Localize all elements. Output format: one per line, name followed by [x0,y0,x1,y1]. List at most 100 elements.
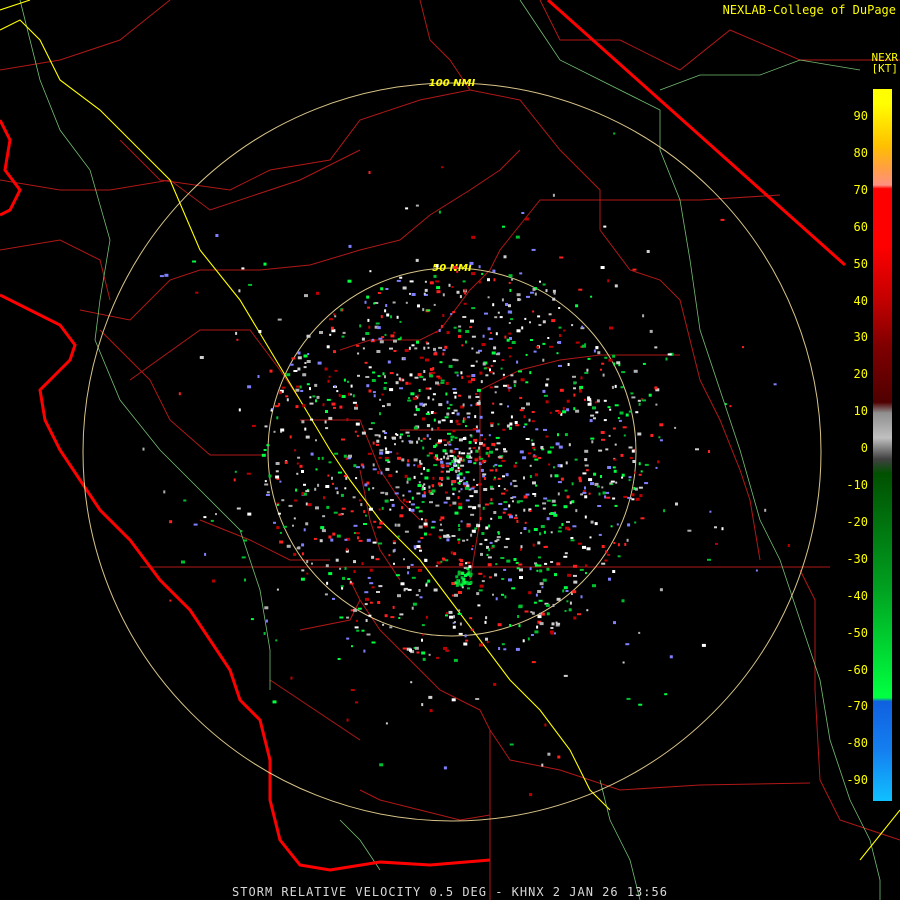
echo-pixel [614,443,617,446]
echo-pixel [631,498,635,501]
echo-pixel [449,455,454,457]
echo-pixel [392,301,396,304]
echo-pixel [472,506,477,510]
echo-pixel [302,404,306,408]
echo-pixel [457,460,461,464]
echo-pixel [418,568,422,572]
echo-pixel [395,381,399,385]
echo-pixel [580,595,583,599]
echo-pixel [524,217,529,221]
echo-pixel [574,458,578,461]
echo-pixel [529,475,532,478]
echo-pixel [584,371,589,374]
echo-pixel [183,499,187,502]
echo-pixel [433,418,436,422]
echo-pixel [400,433,403,436]
echo-pixel [446,400,449,404]
echo-pixel [246,472,251,475]
echo-pixel [557,755,561,759]
echo-pixel [384,309,387,313]
echo-pixel [463,567,467,569]
echo-pixel [282,525,287,528]
echo-pixel [545,435,549,438]
echo-pixel [409,292,411,295]
echo-pixel [621,476,624,479]
echo-pixel [487,296,490,299]
echo-pixel [569,601,572,605]
echo-pixel [510,497,514,499]
echo-pixel [411,606,414,610]
echo-pixel [389,347,393,350]
echo-pixel [558,526,562,529]
echo-pixel [424,288,428,292]
echo-pixel [626,697,631,700]
echo-pixel [480,552,483,556]
echo-pixel [386,403,391,407]
echo-pixel [461,344,464,347]
echo-pixel [483,438,486,441]
echo-pixel [724,403,727,406]
echo-pixel [522,456,527,460]
echo-pixel [575,304,579,308]
echo-pixel [462,482,467,486]
echo-pixel [611,385,614,389]
echo-pixel [328,461,332,464]
echo-pixel [513,485,518,488]
echo-pixel [409,373,413,377]
echo-pixel [621,371,626,374]
echo-pixel [614,284,618,288]
echo-pixel [528,418,531,422]
echo-pixel [423,522,428,526]
echo-pixel [463,642,468,646]
echo-pixel [525,381,529,384]
echo-pixel [471,374,476,377]
echo-pixel [305,502,308,506]
echo-pixel [534,292,537,296]
echo-pixel [379,521,384,525]
echo-pixel [542,389,546,393]
echo-pixel [181,560,185,564]
echo-pixel [545,289,548,293]
echo-pixel [375,558,380,561]
echo-pixel [294,449,297,452]
echo-pixel [419,596,423,599]
echo-pixel [393,350,397,352]
echo-pixel [557,411,561,415]
echo-pixel [438,403,443,407]
echo-pixel [382,405,385,408]
echo-pixel [523,415,526,419]
echo-pixel [542,358,545,362]
echo-pixel [626,538,629,542]
echo-pixel [524,317,527,320]
echo-pixel [503,384,507,387]
echo-pixel [483,477,486,480]
echo-pixel [453,409,458,412]
echo-pixel [590,520,594,524]
echo-pixel [454,359,459,362]
echo-pixel [405,301,408,304]
echo-pixel [457,467,460,469]
echo-pixel [555,621,558,624]
echo-pixel [263,632,266,635]
echo-pixel [452,625,456,629]
echo-pixel [428,533,432,536]
echo-pixel [325,410,328,413]
echo-pixel [403,588,406,592]
echo-pixel [396,279,401,282]
echo-pixel [460,488,463,491]
echo-pixel [258,330,262,333]
echo-pixel [299,464,303,468]
echo-pixel [358,499,361,502]
echo-pixel [566,521,570,523]
echo-pixel [326,505,330,509]
echo-pixel [532,543,535,547]
echo-pixel [513,384,516,388]
echo-pixel [575,341,580,344]
echo-pixel [556,562,561,566]
echo-pixel [558,326,562,329]
echo-pixel [265,619,268,623]
echo-pixel [365,597,369,601]
echo-pixel [417,373,422,377]
echo-pixel [488,337,493,340]
echo-pixel [428,485,431,489]
